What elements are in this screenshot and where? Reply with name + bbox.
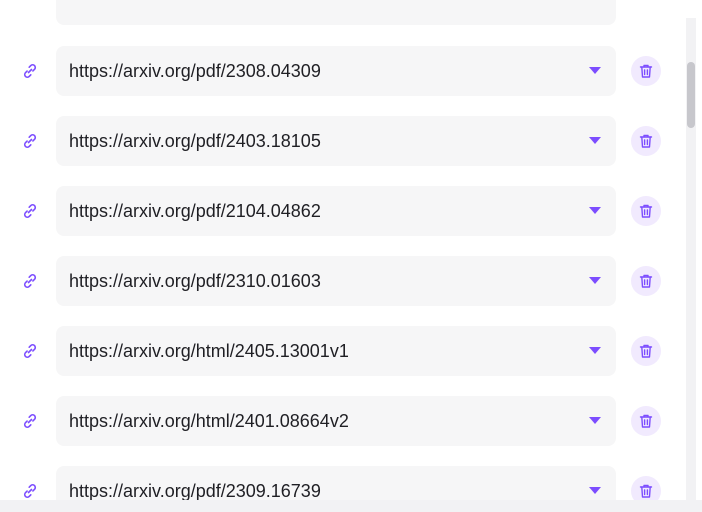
caret-down-icon[interactable] — [589, 347, 601, 354]
source-row: https://arxiv.org/pdf/2310.01603 — [0, 256, 686, 306]
url-text: https://arxiv.org/html/2401.08664v2 — [69, 411, 349, 431]
url-field-partial[interactable] — [56, 0, 616, 25]
source-list: https://arxiv.org/pdf/2308.04309 https:/… — [0, 0, 686, 500]
trash-icon — [639, 414, 653, 428]
source-row: https://arxiv.org/pdf/2104.04862 — [0, 186, 686, 236]
trash-icon — [639, 204, 653, 218]
url-text: https://arxiv.org/pdf/2403.18105 — [69, 131, 321, 151]
source-row: https://arxiv.org/pdf/2309.16739 — [0, 466, 686, 500]
trash-icon — [639, 484, 653, 498]
horizontal-scrollbar[interactable] — [0, 500, 702, 512]
url-select[interactable]: https://arxiv.org/pdf/2104.04862 — [56, 186, 616, 236]
url-text: https://arxiv.org/pdf/2309.16739 — [69, 481, 321, 500]
url-text: https://arxiv.org/pdf/2308.04309 — [69, 61, 321, 81]
url-text: https://arxiv.org/pdf/2104.04862 — [69, 201, 321, 221]
trash-icon — [639, 64, 653, 78]
caret-down-icon[interactable] — [589, 67, 601, 74]
caret-down-icon[interactable] — [589, 137, 601, 144]
delete-button[interactable] — [631, 126, 661, 156]
link-icon — [23, 134, 37, 148]
trash-icon — [639, 344, 653, 358]
source-row: https://arxiv.org/html/2401.08664v2 — [0, 396, 686, 446]
url-select[interactable]: https://arxiv.org/html/2401.08664v2 — [56, 396, 616, 446]
url-text: https://arxiv.org/html/2405.13001v1 — [69, 341, 349, 361]
delete-button[interactable] — [631, 476, 661, 500]
source-row: https://arxiv.org/pdf/2308.04309 — [0, 46, 686, 96]
url-select[interactable]: https://arxiv.org/html/2405.13001v1 — [56, 326, 616, 376]
caret-down-icon[interactable] — [589, 277, 601, 284]
link-icon — [23, 344, 37, 358]
delete-button[interactable] — [631, 336, 661, 366]
url-select[interactable]: https://arxiv.org/pdf/2403.18105 — [56, 116, 616, 166]
delete-button[interactable] — [631, 196, 661, 226]
trash-icon — [639, 134, 653, 148]
link-icon — [23, 204, 37, 218]
link-icon — [23, 274, 37, 288]
link-icon — [23, 484, 37, 498]
trash-icon — [639, 274, 653, 288]
vertical-scrollbar[interactable] — [686, 18, 696, 500]
delete-button[interactable] — [631, 266, 661, 296]
source-row: https://arxiv.org/pdf/2403.18105 — [0, 116, 686, 166]
source-row-partial — [0, 0, 686, 25]
link-icon — [23, 64, 37, 78]
delete-button[interactable] — [631, 406, 661, 436]
delete-button[interactable] — [631, 56, 661, 86]
caret-down-icon[interactable] — [589, 207, 601, 214]
caret-down-icon[interactable] — [589, 417, 601, 424]
caret-down-icon[interactable] — [589, 487, 601, 494]
source-row: https://arxiv.org/html/2405.13001v1 — [0, 326, 686, 376]
source-list-panel: https://arxiv.org/pdf/2308.04309 https:/… — [0, 0, 702, 512]
url-select[interactable]: https://arxiv.org/pdf/2310.01603 — [56, 256, 616, 306]
link-icon — [23, 414, 37, 428]
scrollbar-thumb[interactable] — [687, 62, 695, 128]
url-select[interactable]: https://arxiv.org/pdf/2309.16739 — [56, 466, 616, 500]
url-select[interactable]: https://arxiv.org/pdf/2308.04309 — [56, 46, 616, 96]
url-text: https://arxiv.org/pdf/2310.01603 — [69, 271, 321, 291]
